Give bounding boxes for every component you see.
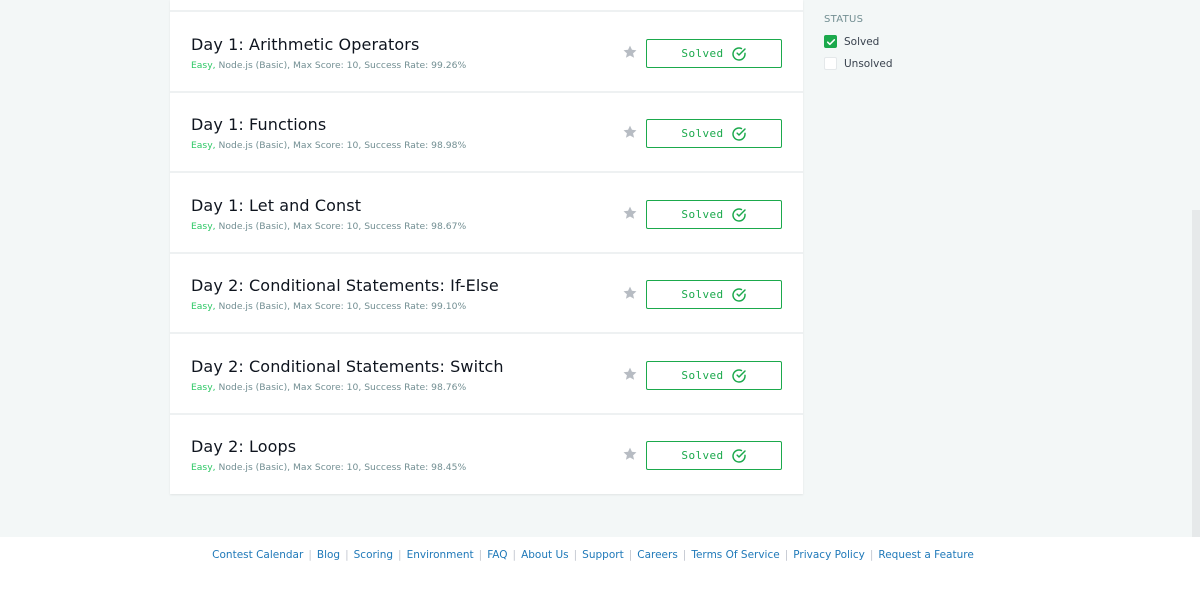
link-separator: | xyxy=(573,549,578,561)
difficulty-label: Easy, xyxy=(191,140,216,151)
checkmark-icon xyxy=(826,38,835,45)
star-icon[interactable] xyxy=(622,44,638,60)
star-icon[interactable] xyxy=(622,366,638,382)
challenge-title[interactable]: Day 1: Arithmetic Operators xyxy=(191,35,419,54)
challenge-details: Node.js (Basic), Max Score: 10, Success … xyxy=(215,140,467,151)
challenge-title[interactable]: Day 2: Conditional Statements: Switch xyxy=(191,357,504,376)
filter-option-solved[interactable]: Solved xyxy=(824,35,879,48)
challenge-meta: Easy, Node.js (Basic), Max Score: 10, Su… xyxy=(191,462,466,473)
check-circle-icon xyxy=(731,448,746,463)
challenge-details: Node.js (Basic), Max Score: 10, Success … xyxy=(215,462,467,473)
star-icon[interactable] xyxy=(622,124,638,140)
challenge-row[interactable]: Day 1: Functions Easy, Node.js (Basic), … xyxy=(170,92,803,172)
solved-button[interactable]: Solved xyxy=(646,280,782,309)
footer-link-environment[interactable]: Environment xyxy=(407,549,474,561)
check-circle-icon xyxy=(731,368,746,383)
check-circle-icon xyxy=(731,287,746,302)
solved-button-label: Solved xyxy=(681,208,724,221)
footer-link-support[interactable]: Support xyxy=(582,549,624,561)
footer-link-about-us[interactable]: About Us xyxy=(521,549,569,561)
status-filter: STATUS Solved Unsolved xyxy=(824,14,1024,70)
solved-button[interactable]: Solved xyxy=(646,119,782,148)
challenge-title[interactable]: Day 1: Let and Const xyxy=(191,196,361,215)
link-separator: | xyxy=(478,549,483,561)
footer-link-terms-of-service[interactable]: Terms Of Service xyxy=(691,549,779,561)
footer: Contest Calendar | Blog | Scoring | Environmen… xyxy=(0,537,1200,593)
filter-option-unsolved[interactable]: Unsolved xyxy=(824,57,893,70)
link-separator: | xyxy=(628,549,633,561)
challenge-meta: Easy, Node.js (Basic), Max Score: 10, Su… xyxy=(191,382,466,393)
challenge-details: Node.js (Basic), Max Score: 10, Success … xyxy=(215,60,467,71)
footer-link-contest-calendar[interactable]: Contest Calendar xyxy=(212,549,303,561)
challenge-title[interactable]: Day 2: Loops xyxy=(191,437,296,456)
challenge-meta: Easy, Node.js (Basic), Max Score: 10, Su… xyxy=(191,301,466,312)
difficulty-label: Easy, xyxy=(191,60,216,71)
footer-link-request-a-feature[interactable]: Request a Feature xyxy=(878,549,973,561)
challenge-title[interactable]: Day 2: Conditional Statements: If-Else xyxy=(191,276,499,295)
unsolved-checkbox[interactable] xyxy=(824,57,837,70)
solved-button-label: Solved xyxy=(681,449,724,462)
footer-link-careers[interactable]: Careers xyxy=(637,549,678,561)
challenge-details: Node.js (Basic), Max Score: 10, Success … xyxy=(215,221,467,232)
challenge-row[interactable]: Day 1: Let and Const Easy, Node.js (Basi… xyxy=(170,173,803,253)
challenge-details: Node.js (Basic), Max Score: 10, Success … xyxy=(215,301,467,312)
footer-link-scoring[interactable]: Scoring xyxy=(354,549,393,561)
challenge-meta: Easy, Node.js (Basic), Max Score: 10, Su… xyxy=(191,221,466,232)
star-icon[interactable] xyxy=(622,285,638,301)
footer-links: Contest Calendar | Blog | Scoring | Environmen… xyxy=(0,549,1186,561)
check-circle-icon xyxy=(731,207,746,222)
solved-button[interactable]: Solved xyxy=(646,361,782,390)
check-circle-icon xyxy=(731,126,746,141)
filter-option-label: Solved xyxy=(844,35,880,48)
filter-option-label: Unsolved xyxy=(844,57,893,70)
challenge-meta: Easy, Node.js (Basic), Max Score: 10, Su… xyxy=(191,140,466,151)
link-separator: | xyxy=(682,549,687,561)
scrollbar-thumb[interactable] xyxy=(1192,210,1200,593)
star-icon[interactable] xyxy=(622,205,638,221)
challenge-row[interactable]: Day 2: Loops Easy, Node.js (Basic), Max … xyxy=(170,414,803,494)
link-separator: | xyxy=(869,549,874,561)
challenge-row[interactable]: Day 2: Conditional Statements: If-Else E… xyxy=(170,253,803,333)
link-separator: | xyxy=(512,549,517,561)
link-separator: | xyxy=(308,549,312,561)
difficulty-label: Easy, xyxy=(191,221,216,232)
challenge-list: Day 1: Arithmetic Operators Easy, Node.j… xyxy=(170,0,803,494)
challenge-row[interactable]: Day 1: Arithmetic Operators Easy, Node.j… xyxy=(170,12,803,92)
solved-button[interactable]: Solved xyxy=(646,39,782,68)
footer-link-faq[interactable]: FAQ xyxy=(487,549,507,561)
difficulty-label: Easy, xyxy=(191,462,216,473)
challenge-meta: Easy, Node.js (Basic), Max Score: 10, Su… xyxy=(191,60,466,71)
difficulty-label: Easy, xyxy=(191,382,216,393)
star-icon[interactable] xyxy=(622,446,638,462)
challenge-row[interactable]: Day 2: Conditional Statements: Switch Ea… xyxy=(170,334,803,414)
footer-link-blog[interactable]: Blog xyxy=(317,549,340,561)
solved-button-label: Solved xyxy=(681,369,724,382)
check-circle-icon xyxy=(731,46,746,61)
filter-heading: STATUS xyxy=(824,14,864,25)
solved-button-label: Solved xyxy=(681,288,724,301)
link-separator: | xyxy=(398,549,402,561)
solved-button[interactable]: Solved xyxy=(646,200,782,229)
challenge-details: Node.js (Basic), Max Score: 10, Success … xyxy=(215,382,467,393)
link-separator: | xyxy=(784,549,789,561)
solved-button-label: Solved xyxy=(681,127,724,140)
difficulty-label: Easy, xyxy=(191,301,216,312)
footer-link-privacy-policy[interactable]: Privacy Policy xyxy=(793,549,865,561)
solved-button[interactable]: Solved xyxy=(646,441,782,470)
challenge-title[interactable]: Day 1: Functions xyxy=(191,115,326,134)
link-separator: | xyxy=(345,549,349,561)
solved-checkbox[interactable] xyxy=(824,35,837,48)
solved-button-label: Solved xyxy=(681,47,724,60)
